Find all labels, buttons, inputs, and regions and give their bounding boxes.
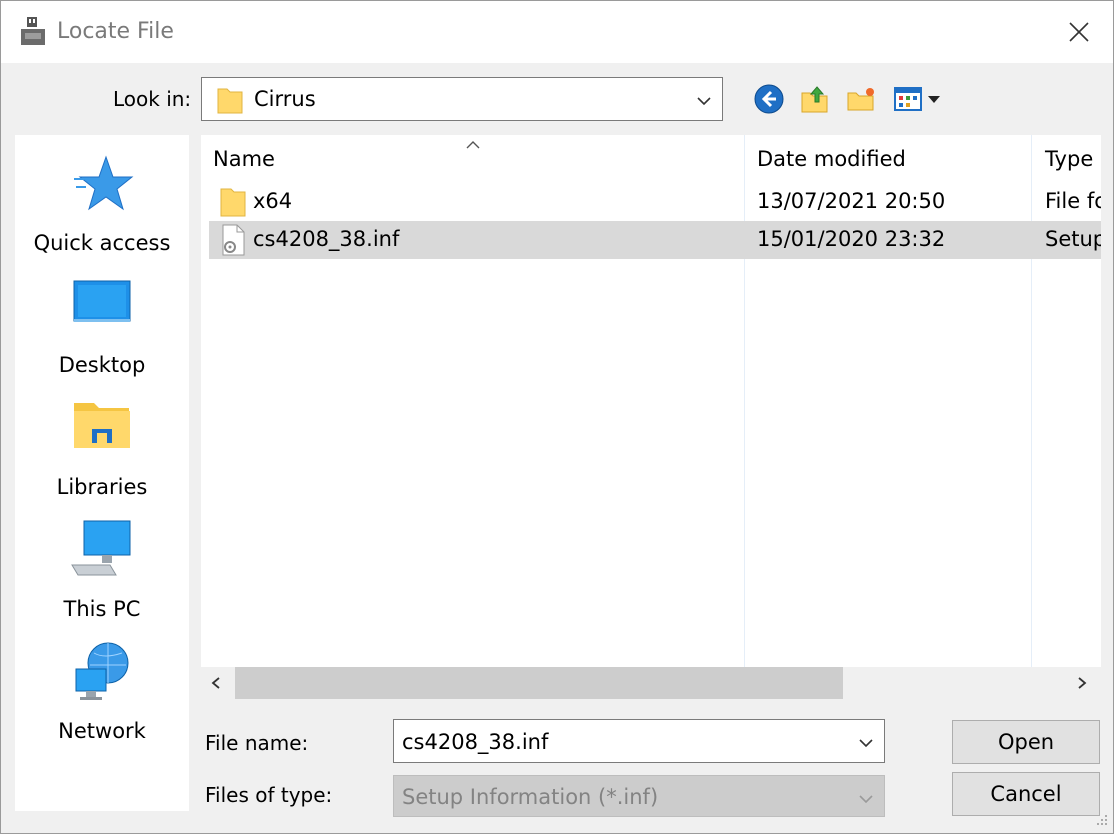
scroll-left-button[interactable] — [201, 667, 231, 699]
place-desktop[interactable]: Desktop — [15, 275, 189, 385]
file-type-value: Setup Information (*.inf) — [402, 785, 659, 809]
open-button[interactable]: Open — [952, 720, 1100, 764]
up-folder-button[interactable] — [797, 81, 833, 117]
column-header-name[interactable]: Name — [213, 147, 275, 171]
file-row-x64[interactable]: x64 13/07/2021 20:50 File fo — [209, 183, 1101, 221]
file-type-label: Files of type: — [205, 783, 333, 807]
back-icon — [754, 84, 784, 114]
place-network[interactable]: Network — [15, 641, 189, 751]
quick-access-star-icon — [70, 153, 134, 217]
file-date: 15/01/2020 23:32 — [757, 227, 946, 251]
place-label: This PC — [63, 597, 141, 621]
scroll-thumb[interactable] — [235, 667, 843, 699]
folder-icon — [216, 85, 244, 119]
file-name-input[interactable]: cs4208_38.inf — [393, 719, 885, 763]
file-row-cs4208[interactable]: cs4208_38.inf 15/01/2020 23:32 Setup — [209, 221, 1101, 259]
new-folder-button[interactable] — [843, 81, 879, 117]
chevron-right-icon — [1078, 677, 1087, 689]
close-icon — [1069, 22, 1089, 42]
sort-up-icon — [465, 135, 481, 154]
title-bar: Locate File — [1, 1, 1113, 63]
chevron-down-icon[interactable] — [858, 734, 874, 753]
column-header-type[interactable]: Type — [1045, 147, 1093, 171]
folder-icon — [217, 185, 249, 223]
place-label: Quick access — [33, 231, 171, 255]
file-list[interactable]: Name Date modified Type x64 13/07/2021 2… — [201, 135, 1101, 667]
cancel-button[interactable]: Cancel — [952, 772, 1100, 816]
view-menu-icon — [894, 87, 940, 111]
file-name-label: File name: — [205, 731, 309, 755]
column-header-date[interactable]: Date modified — [757, 147, 906, 171]
file-name: cs4208_38.inf — [253, 227, 400, 251]
place-label: Network — [58, 719, 146, 743]
libraries-icon — [70, 397, 134, 461]
places-bar: Quick access Desktop Libraries This PC N… — [15, 135, 189, 811]
file-name: x64 — [253, 189, 293, 213]
resize-grip-icon[interactable] — [1091, 813, 1109, 833]
scroll-right-button[interactable] — [1067, 667, 1097, 699]
place-this-pc[interactable]: This PC — [15, 519, 189, 629]
file-type: Setup — [1045, 227, 1101, 251]
view-menu-button[interactable] — [891, 81, 943, 117]
place-label: Desktop — [58, 353, 146, 377]
file-name-value: cs4208_38.inf — [402, 730, 549, 754]
chevron-down-icon — [858, 790, 874, 809]
file-type-select[interactable]: Setup Information (*.inf) — [393, 775, 885, 817]
place-quick-access[interactable]: Quick access — [15, 153, 189, 263]
back-button[interactable] — [751, 81, 787, 117]
look-in-dropdown[interactable]: Cirrus — [201, 77, 723, 121]
look-in-label: Look in: — [113, 87, 192, 111]
this-pc-icon — [70, 519, 134, 583]
chevron-left-icon — [211, 677, 220, 689]
close-button[interactable] — [1053, 11, 1105, 53]
locate-file-dialog: Locate File Look in: Cirrus Quick access… — [0, 0, 1114, 834]
chevron-down-icon — [696, 92, 712, 111]
horizontal-scrollbar[interactable] — [201, 667, 1101, 701]
file-type: File fo — [1045, 189, 1101, 213]
network-icon — [70, 641, 134, 705]
file-date: 13/07/2021 20:50 — [757, 189, 946, 213]
up-folder-icon — [801, 86, 828, 113]
desktop-icon — [70, 275, 134, 339]
place-libraries[interactable]: Libraries — [15, 397, 189, 507]
look-in-value: Cirrus — [254, 87, 316, 111]
place-label: Libraries — [56, 475, 148, 499]
setup-file-icon — [217, 223, 249, 261]
app-icon — [19, 15, 47, 49]
new-folder-icon — [847, 88, 874, 111]
window-title: Locate File — [57, 19, 174, 44]
